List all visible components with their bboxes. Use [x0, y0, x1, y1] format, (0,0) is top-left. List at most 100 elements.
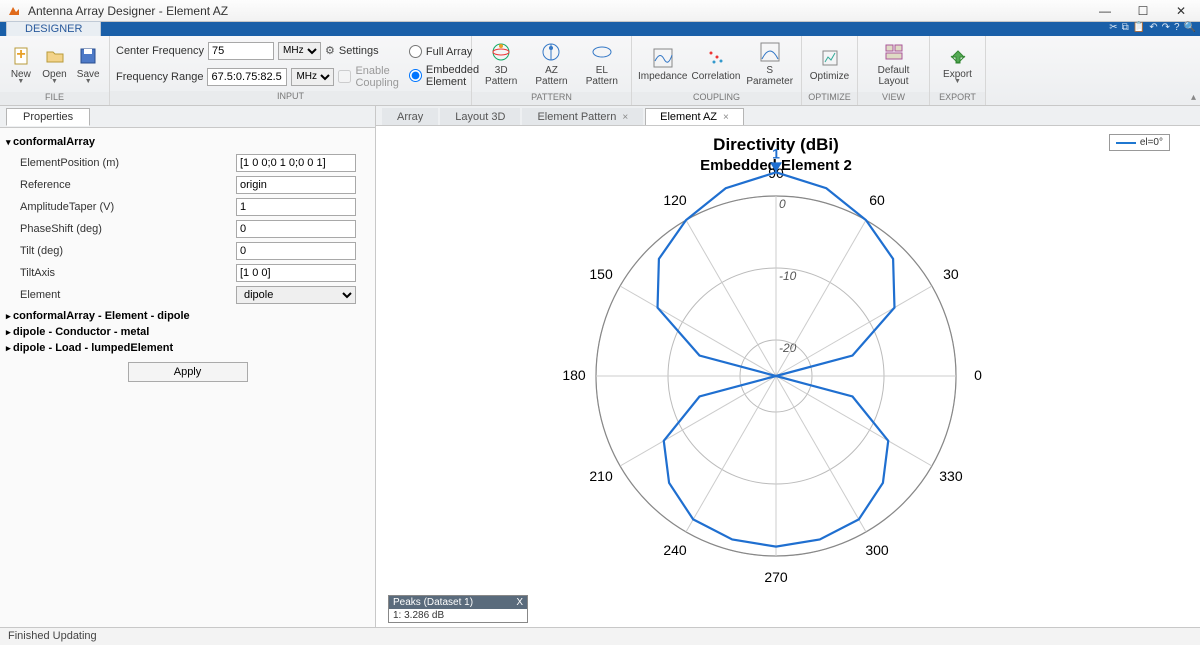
maximize-button[interactable]: ☐	[1124, 0, 1162, 22]
reference-input[interactable]	[236, 176, 356, 194]
close-button[interactable]: ✕	[1162, 0, 1200, 22]
ribbon-group-coupling: Impedance Correlation S Parameter COUPLI…	[632, 36, 802, 105]
freqrange-input[interactable]	[207, 68, 287, 86]
svg-text:240: 240	[663, 542, 687, 558]
prop-row: Reference	[6, 174, 369, 196]
freqrange-unit-select[interactable]: MHz	[291, 68, 334, 86]
svg-text:30: 30	[943, 266, 959, 282]
peaks-box[interactable]: Peaks (Dataset 1) X 1: 3.286 dB	[388, 595, 528, 623]
enable-coupling-checkbox[interactable]	[338, 70, 351, 83]
full-array-radio[interactable]	[409, 45, 422, 58]
prop-label: Tilt (deg)	[6, 245, 236, 257]
ribbon-expand-icon[interactable]: ▴	[1191, 92, 1196, 103]
quick-access: ✂ ⧉ 📋 ↶ ↷ ? 🔍	[1109, 22, 1196, 33]
prop-row: PhaseShift (deg)	[6, 218, 369, 240]
close-icon[interactable]: ×	[723, 112, 729, 123]
svg-text:1: 1	[772, 145, 780, 161]
qa-redo-icon[interactable]: ↷	[1162, 22, 1170, 33]
save-icon	[77, 45, 99, 67]
ribbon-group-file: + New▼ Open▼ Save▼ FILE	[0, 36, 110, 105]
chart-tabs: Array Layout 3D Element Pattern× Element…	[376, 106, 1200, 126]
correlation-button[interactable]: Correlation	[691, 38, 740, 90]
apply-button[interactable]: Apply	[128, 362, 248, 382]
export-button[interactable]: Export▼	[936, 38, 979, 90]
ribbon-group-label: PATTERN	[472, 92, 631, 105]
qa-search-icon[interactable]: 🔍	[1184, 22, 1196, 33]
centerfreq-label: Center Frequency	[116, 45, 204, 57]
layout-icon	[883, 41, 905, 63]
open-icon	[44, 45, 66, 67]
chart-panel: Array Layout 3D Element Pattern× Element…	[376, 106, 1200, 631]
section-conductor-metal[interactable]: dipole - Conductor - metal	[6, 326, 369, 338]
sparameter-button[interactable]: S Parameter	[744, 38, 795, 90]
gear-icon[interactable]: ⚙	[325, 44, 335, 57]
qa-copy-icon[interactable]: ⧉	[1122, 22, 1129, 33]
peaks-row: 1: 3.286 dB	[389, 609, 527, 622]
svg-text:-10: -10	[779, 269, 797, 283]
peaks-header: Peaks (Dataset 1)	[393, 597, 473, 608]
optimize-button[interactable]: Optimize	[808, 38, 851, 90]
ribbon-group-label: COUPLING	[632, 92, 801, 105]
close-icon[interactable]: X	[516, 597, 523, 608]
phase-shift-input[interactable]	[236, 220, 356, 238]
tab-array[interactable]: Array	[382, 108, 438, 125]
tilt-axis-input[interactable]	[236, 264, 356, 282]
minimize-button[interactable]: ―	[1086, 0, 1124, 22]
svg-text:210: 210	[589, 468, 613, 484]
prop-label: Reference	[6, 179, 236, 191]
qa-undo-icon[interactable]: ↶	[1149, 22, 1157, 33]
main-area: Properties conformalArray ElementPositio…	[0, 106, 1200, 631]
ribbon-tab-designer[interactable]: DESIGNER	[6, 21, 101, 36]
svg-text:330: 330	[939, 468, 963, 484]
prop-label: ElementPosition (m)	[6, 157, 236, 169]
open-button[interactable]: Open▼	[40, 38, 70, 90]
amplitude-taper-input[interactable]	[236, 198, 356, 216]
qa-cut-icon[interactable]: ✂	[1109, 22, 1117, 33]
section-load-lumped[interactable]: dipole - Load - lumpedElement	[6, 342, 369, 354]
impedance-button[interactable]: Impedance	[638, 38, 687, 90]
sparameter-icon	[759, 41, 781, 63]
default-layout-button[interactable]: Default Layout	[864, 38, 923, 90]
prop-label: PhaseShift (deg)	[6, 223, 236, 235]
ribbon-group-label: EXPORT	[930, 92, 985, 105]
ribbon-group-optimize: Optimize OPTIMIZE	[802, 36, 858, 105]
prop-row: ElementPosition (m)	[6, 152, 369, 174]
ribbon-group-export: Export▼ EXPORT	[930, 36, 986, 105]
tilt-input[interactable]	[236, 242, 356, 260]
element-position-input[interactable]	[236, 154, 356, 172]
section-conformalarray[interactable]: conformalArray	[6, 136, 369, 148]
properties-tab[interactable]: Properties	[6, 108, 90, 126]
polar-chart: Directivity (dBi)Embedded Element 20-10-…	[376, 126, 1196, 606]
3d-pattern-button[interactable]: 3D Pattern	[478, 38, 524, 90]
new-button[interactable]: + New▼	[6, 38, 36, 90]
status-bar: Finished Updating	[0, 627, 1200, 645]
embedded-element-radio[interactable]	[409, 69, 422, 82]
properties-panel: Properties conformalArray ElementPositio…	[0, 106, 376, 631]
svg-text:0: 0	[779, 197, 786, 211]
ribbon: + New▼ Open▼ Save▼ FILE Center Frequency…	[0, 36, 1200, 106]
svg-text:60: 60	[869, 192, 885, 208]
centerfreq-input[interactable]	[208, 42, 274, 60]
centerfreq-unit-select[interactable]: MHz	[278, 42, 321, 60]
close-icon[interactable]: ×	[622, 112, 628, 123]
new-icon: +	[10, 45, 32, 67]
ribbon-group-view: Default Layout VIEW	[858, 36, 930, 105]
settings-label[interactable]: Settings	[339, 45, 379, 57]
prop-label: AmplitudeTaper (V)	[6, 201, 236, 213]
tab-element-az[interactable]: Element AZ×	[645, 108, 744, 125]
impedance-icon	[652, 47, 674, 69]
qa-help-icon[interactable]: ?	[1174, 22, 1180, 33]
qa-paste-icon[interactable]: 📋	[1133, 22, 1145, 33]
svg-text:0: 0	[974, 367, 982, 383]
3d-pattern-icon	[490, 41, 512, 63]
el-pattern-button[interactable]: EL Pattern	[579, 38, 625, 90]
tab-element-pattern[interactable]: Element Pattern×	[522, 108, 643, 125]
tab-layout3d[interactable]: Layout 3D	[440, 108, 520, 125]
save-button[interactable]: Save▼	[73, 38, 103, 90]
az-pattern-button[interactable]: AZ Pattern	[528, 38, 574, 90]
optimize-icon	[819, 47, 841, 69]
section-element-dipole[interactable]: conformalArray - Element - dipole	[6, 310, 369, 322]
svg-text:300: 300	[865, 542, 889, 558]
ribbon-group-label: INPUT	[110, 91, 471, 105]
element-select[interactable]: dipole	[236, 286, 356, 304]
